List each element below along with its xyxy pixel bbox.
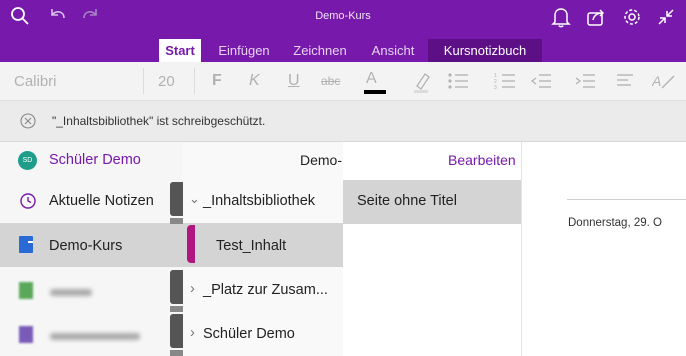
- section-group-tab: [170, 314, 183, 348]
- window-title: Demo-Kurs: [315, 10, 371, 22]
- tab-ansicht[interactable]: Ansicht: [364, 39, 422, 62]
- notebook-item-label: Demo-Kurs: [49, 238, 123, 254]
- collapse-icon[interactable]: [656, 7, 676, 27]
- formatting-toolbar: Calibri 20 F K U abc A 123 A: [0, 62, 686, 101]
- divider: [194, 68, 195, 94]
- svg-text:A: A: [652, 73, 661, 89]
- tab-kursnotizbuch[interactable]: Kursnotizbuch: [428, 39, 542, 62]
- tab-zeichnen[interactable]: Zeichnen: [286, 39, 354, 62]
- page-canvas[interactable]: Donnerstag, 29. O: [521, 142, 686, 356]
- page-item-untitled[interactable]: Seite ohne Titel: [343, 180, 521, 224]
- page-item-label: Seite ohne Titel: [357, 193, 457, 209]
- section-group-tab-edge: [170, 350, 183, 356]
- notebook-item-hidden-2[interactable]: [0, 313, 183, 355]
- notebook-pane: SD Schüler Demo Aktuelle Notizen Demo-Ku…: [0, 142, 183, 356]
- svg-text:3: 3: [494, 85, 497, 90]
- section-item-platz[interactable]: › _Platz zur Zusam...: [183, 269, 343, 311]
- notebook-icon-tab: [28, 241, 33, 243]
- font-size-field[interactable]: 20: [158, 73, 175, 90]
- section-pane-header: Demo-Kurs: [183, 142, 371, 178]
- clock-icon: [20, 193, 36, 209]
- share-icon[interactable]: [586, 7, 606, 27]
- avatar: SD: [18, 151, 37, 170]
- close-icon[interactable]: [20, 113, 36, 129]
- section-item-label: Test_Inhalt: [216, 238, 287, 254]
- decrease-indent-icon[interactable]: [530, 72, 552, 90]
- highlighter-icon[interactable]: [412, 71, 432, 93]
- bullet-list-icon[interactable]: [447, 72, 469, 90]
- title-bar: Demo-Kurs: [0, 0, 686, 36]
- underline-button[interactable]: U: [288, 72, 300, 90]
- section-group-tab: [170, 182, 183, 216]
- edit-button[interactable]: Bearbeiten: [448, 152, 516, 168]
- notebook-item-hidden-1[interactable]: [0, 269, 183, 311]
- section-color-tab: [187, 225, 195, 263]
- title-underline: [567, 199, 686, 200]
- page-date: Donnerstag, 29. O: [568, 217, 662, 229]
- strikethrough-button[interactable]: abc: [321, 74, 340, 88]
- section-item-schueler-demo[interactable]: › Schüler Demo: [183, 313, 343, 355]
- bell-icon[interactable]: [551, 6, 571, 28]
- italic-button[interactable]: K: [249, 72, 260, 90]
- tab-einfuegen[interactable]: Einfügen: [210, 39, 278, 62]
- font-color-swatch: [364, 90, 386, 94]
- divider: [143, 68, 144, 94]
- notebook-item-demo-kurs[interactable]: Demo-Kurs: [0, 223, 183, 267]
- notebook-item-label: Aktuelle Notizen: [49, 193, 154, 209]
- section-group-tab-edge: [170, 218, 183, 224]
- user-name: Schüler Demo: [49, 152, 141, 168]
- clear-formatting-icon[interactable]: A: [652, 71, 676, 91]
- section-item-label: _Inhaltsbibliothek: [203, 193, 316, 209]
- blurred-notebook-label: [50, 289, 92, 296]
- notebook-icon: [19, 326, 33, 343]
- ribbon-tabs: Start Einfügen Zeichnen Ansicht Kursnoti…: [0, 36, 686, 62]
- redo-icon[interactable]: [80, 6, 100, 26]
- font-name-field[interactable]: Calibri: [14, 73, 57, 90]
- section-item-label: Schüler Demo: [203, 326, 295, 342]
- undo-icon[interactable]: [48, 6, 68, 26]
- section-item-test-inhalt[interactable]: Test_Inhalt: [183, 223, 343, 267]
- numbered-list-icon[interactable]: 123: [494, 72, 516, 90]
- chevron-right-icon: ›: [190, 281, 195, 297]
- align-left-icon[interactable]: [616, 73, 634, 89]
- user-row[interactable]: SD Schüler Demo: [0, 142, 183, 178]
- tab-start[interactable]: Start: [159, 39, 201, 62]
- blurred-notebook-label: [50, 333, 140, 340]
- readonly-info-bar: "_Inhaltsbibliothek" ist schreibgeschütz…: [0, 101, 686, 142]
- section-item-label: _Platz zur Zusam...: [203, 282, 328, 298]
- section-group-tab-edge: [170, 306, 183, 312]
- chevron-right-icon: ›: [190, 325, 195, 341]
- gear-icon[interactable]: [622, 7, 642, 27]
- notebook-icon: [19, 236, 33, 253]
- search-icon[interactable]: [10, 6, 30, 26]
- bold-button[interactable]: F: [212, 72, 222, 90]
- page-pane: Bearbeiten Seite ohne Titel: [343, 142, 521, 356]
- notebook-item-recent[interactable]: Aktuelle Notizen: [0, 180, 183, 222]
- increase-indent-icon[interactable]: [574, 72, 596, 90]
- section-group-tab: [170, 270, 183, 304]
- font-color-button[interactable]: A: [366, 70, 377, 88]
- section-pane: Demo-Kurs ⌄ _Inhaltsbibliothek Test_Inha…: [183, 142, 371, 356]
- notebook-icon: [19, 282, 33, 299]
- info-message: "_Inhaltsbibliothek" ist schreibgeschütz…: [52, 114, 266, 128]
- chevron-down-icon: ⌄: [189, 191, 200, 206]
- section-item-inhaltsbibliothek[interactable]: ⌄ _Inhaltsbibliothek: [183, 180, 343, 222]
